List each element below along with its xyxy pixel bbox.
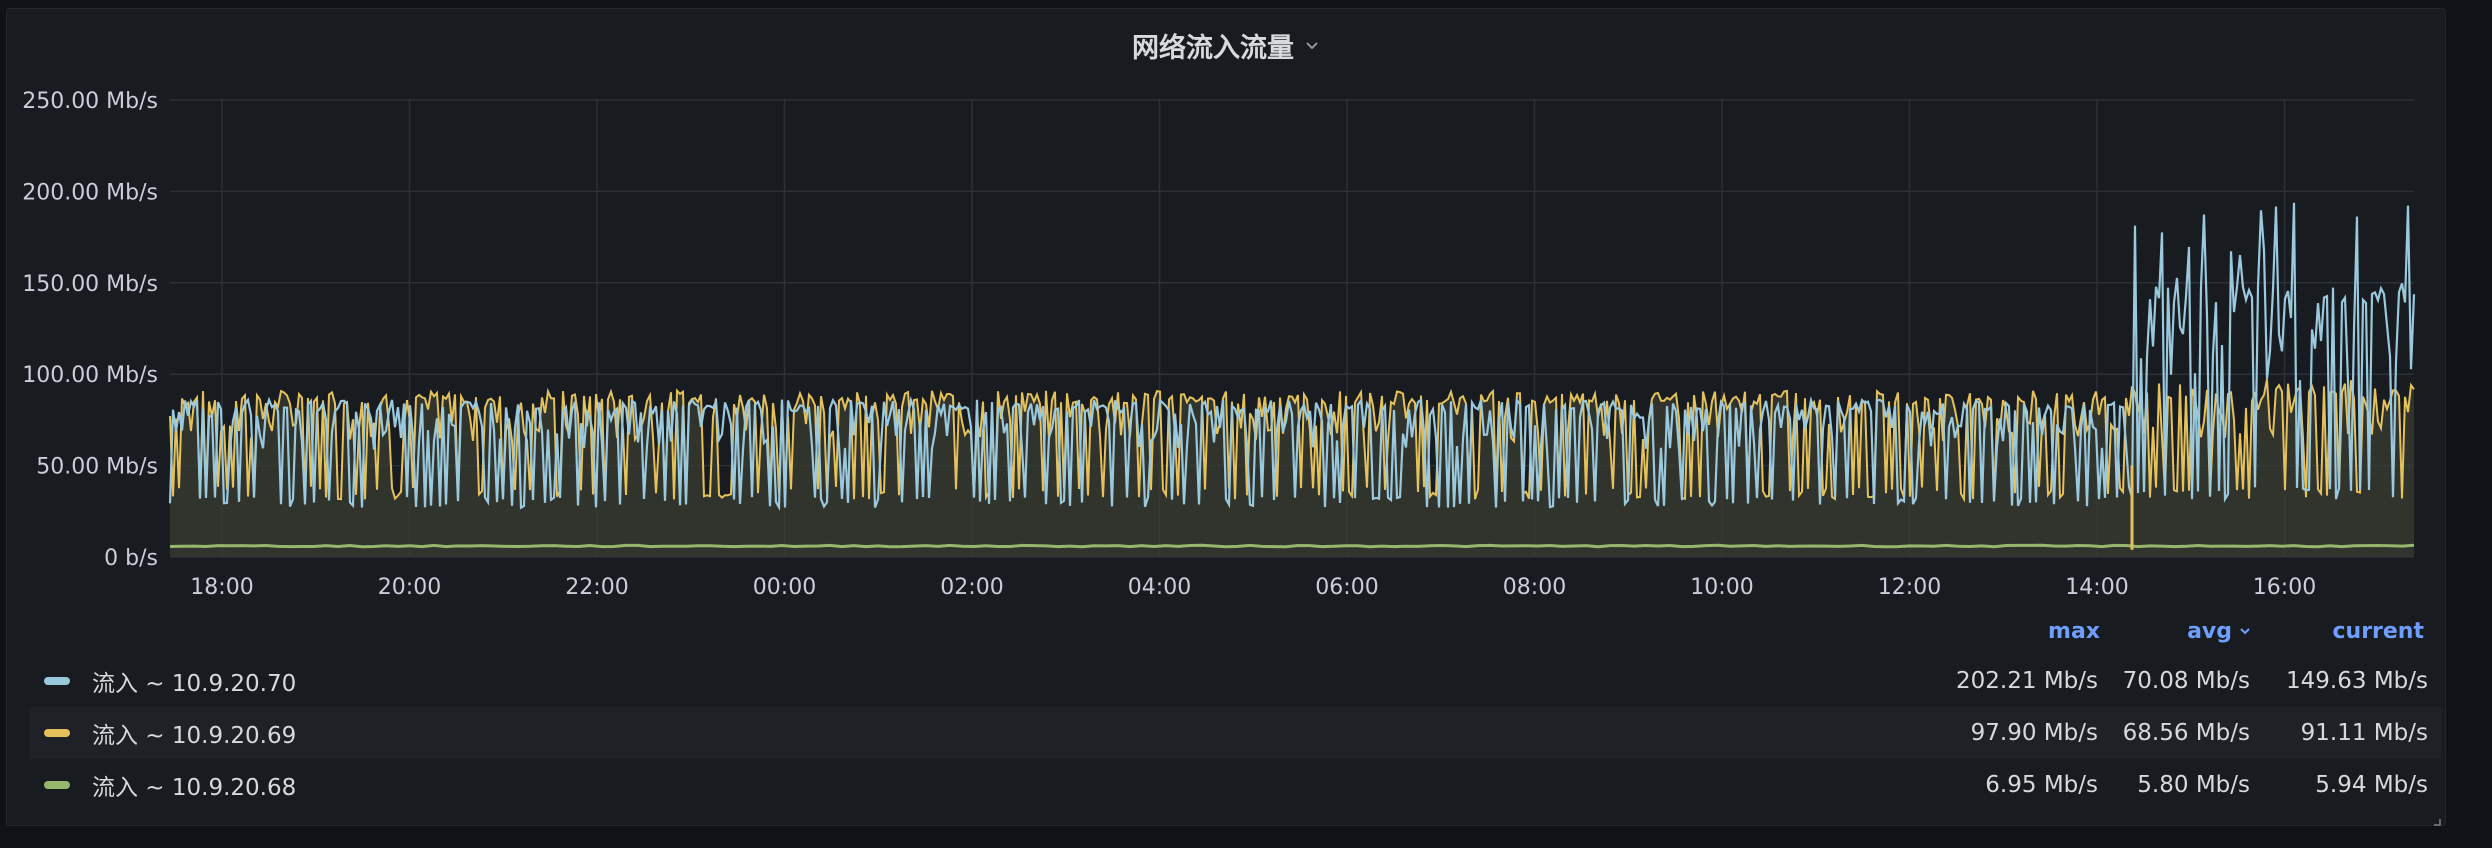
x-tick-label: 12:00 (1878, 575, 1941, 600)
legend-header-max[interactable]: max (2006, 607, 2100, 655)
x-tick-label: 02:00 (940, 575, 1003, 600)
x-tick-label: 00:00 (753, 575, 816, 600)
series-max: 97.90 Mb/s (1970, 720, 2098, 746)
legend-header-avg-label: avg (2187, 618, 2232, 644)
x-tick-label: 20:00 (378, 575, 441, 600)
series-color-swatch[interactable] (44, 729, 70, 737)
legend-row-series-0[interactable]: 流入 ~ 10.9.20.70 202.21 Mb/s 70.08 Mb/s 1… (30, 655, 2442, 707)
x-tick-label: 04:00 (1128, 575, 1191, 600)
resize-handle-icon[interactable] (2431, 811, 2441, 826)
series-color-swatch[interactable] (44, 781, 70, 789)
legend-row-series-1[interactable]: 流入 ~ 10.9.20.69 97.90 Mb/s 68.56 Mb/s 91… (30, 707, 2442, 759)
y-tick-label: 50.00 Mb/s (36, 455, 158, 480)
x-tick-label: 16:00 (2253, 575, 2316, 600)
series-avg: 68.56 Mb/s (2122, 720, 2250, 746)
y-tick-label: 200.00 Mb/s (22, 180, 158, 205)
series-current: 91.11 Mb/s (2300, 720, 2428, 746)
sort-chevron-icon (2238, 624, 2252, 638)
series-area-fill (170, 379, 2414, 557)
x-tick-label: 06:00 (1315, 575, 1378, 600)
series-color-swatch[interactable] (44, 677, 70, 685)
legend-header-current[interactable]: current (2288, 607, 2424, 655)
series-max: 202.21 Mb/s (1956, 668, 2098, 694)
x-tick-label: 14:00 (2065, 575, 2128, 600)
series-avg: 5.80 Mb/s (2137, 772, 2250, 798)
time-series-chart[interactable]: 0 b/s 50.00 Mb/s 100.00 Mb/s 150.00 Mb/s 200… (0, 0, 2492, 600)
x-tick-label: 18:00 (190, 575, 253, 600)
legend-header-avg[interactable]: avg (2136, 607, 2252, 655)
y-tick-label: 100.00 Mb/s (22, 363, 158, 388)
x-tick-label: 10:00 (1690, 575, 1753, 600)
y-tick-label: 0 b/s (104, 546, 158, 571)
y-tick-label: 150.00 Mb/s (22, 272, 158, 297)
series-max: 6.95 Mb/s (1985, 772, 2098, 798)
x-tick-label: 08:00 (1503, 575, 1566, 600)
x-tick-label: 22:00 (565, 575, 628, 600)
series-line-10-9-20-68[interactable] (169, 543, 2415, 549)
legend-row-series-2[interactable]: 流入 ~ 10.9.20.68 6.95 Mb/s 5.80 Mb/s 5.94… (30, 759, 2442, 811)
y-tick-label: 250.00 Mb/s (22, 89, 158, 114)
series-current: 149.63 Mb/s (2286, 668, 2428, 694)
series-avg: 70.08 Mb/s (2122, 668, 2250, 694)
series-current: 5.94 Mb/s (2315, 772, 2428, 798)
